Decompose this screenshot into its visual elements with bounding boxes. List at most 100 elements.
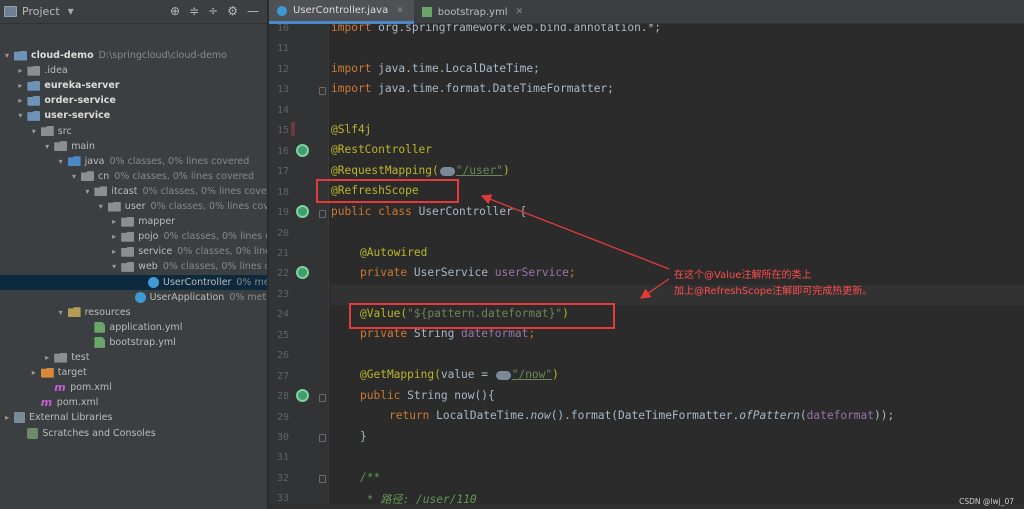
tree-item[interactable]: ▾ user 0% classes, 0% lines covered (0, 199, 267, 214)
tree-item-label: .idea (44, 65, 68, 77)
library-icon (14, 412, 25, 424)
tree-item-label: user (124, 201, 146, 212)
code-editor[interactable]: 10 11 12 13 14 15 16 17 18 19 20 21 22 23 24 25 26 27 28 29… (269, 24, 1024, 509)
tree-item[interactable]: ▸ .idea (0, 63, 267, 78)
tree-item-label: mapper (138, 216, 176, 228)
tree-item[interactable]: ▾ main (0, 139, 267, 154)
close-icon[interactable]: ✕ (396, 6, 404, 16)
tree-item-label: main (71, 140, 95, 152)
module-folder-icon (27, 80, 41, 91)
tree-item[interactable]: ▸ test (0, 350, 267, 365)
tree-item[interactable]: ▸ service 0% classes, 0% lines covered (0, 244, 267, 259)
yaml-icon (94, 321, 106, 333)
chevron-down-icon[interactable]: ▾ (69, 172, 79, 181)
tree-item-label: pom.xml (56, 397, 99, 409)
tree-item[interactable]: UserApplication 0% methods, 0% lines cove… (0, 290, 267, 305)
tab-bootstrap-yml[interactable]: bootstrap.yml ✕ (414, 0, 533, 24)
tree-item[interactable]: m pom.xml (0, 380, 267, 395)
tree-item-label: pom.xml (70, 382, 112, 394)
chevron-down-icon[interactable]: ▾ (96, 202, 106, 211)
tree-item[interactable]: ▸ pojo 0% classes, 0% lines covered (0, 229, 267, 244)
tree-item[interactable]: ▸ target (0, 365, 267, 380)
chevron-down-icon[interactable]: ▾ (56, 157, 66, 166)
chevron-right-icon[interactable]: ▸ (29, 368, 39, 377)
module-folder-icon (27, 110, 41, 121)
tree-item-label: cn (98, 170, 110, 182)
tree-item[interactable]: ▾ user-service (0, 108, 267, 123)
resources-folder-icon (67, 307, 81, 318)
tree-item[interactable]: ▾ cloud-demo D:\springcloud\cloud-demo (0, 48, 267, 63)
chevron-right-icon[interactable]: ▸ (15, 81, 25, 90)
tree-item-label: UserApplication (149, 291, 225, 303)
tree-item[interactable]: ▸ mapper (0, 214, 267, 229)
locate-icon[interactable]: ⊕ (170, 4, 180, 18)
close-icon[interactable]: ✕ (516, 7, 524, 17)
tree-item-label: test (71, 352, 90, 363)
tree-item[interactable]: ▾ cn 0% classes, 0% lines covered (0, 169, 267, 184)
tree-item-label: External Libraries (29, 412, 113, 424)
tree-item[interactable]: m pom.xml (0, 395, 267, 410)
tree-item[interactable]: ▾ java 0% classes, 0% lines covered (0, 154, 267, 169)
yaml-icon (94, 336, 106, 348)
tree-item-label: itcast (111, 185, 138, 197)
chevron-down-icon[interactable]: ▾ (29, 127, 39, 136)
chevron-down-icon[interactable]: ▾ (82, 187, 92, 196)
scratches-icon (27, 427, 39, 439)
tab-user-controller[interactable]: UserController.java ✕ (269, 0, 414, 24)
chevron-down-icon[interactable]: ▾ (42, 142, 52, 151)
module-folder-icon (27, 95, 41, 106)
tree-item-label: src (57, 125, 72, 137)
coverage-text: 0% methods, 0% lines covered (236, 276, 267, 288)
folder-icon (27, 65, 41, 76)
arrow-to-refreshscope (480, 194, 670, 270)
package-icon (81, 171, 94, 182)
hide-panel-icon[interactable]: — (247, 4, 259, 18)
tree-item-label: java (84, 155, 105, 167)
coverage-text: 0% classes, 0% lines covered (142, 185, 267, 197)
tree-item-label: user-service (44, 110, 111, 122)
chevron-down-icon[interactable]: ▾ (2, 51, 12, 60)
chevron-down-icon[interactable]: ▾ (109, 262, 119, 271)
gear-icon[interactable]: ⚙ (227, 4, 238, 18)
folder-icon (54, 352, 68, 363)
tree-item[interactable]: ▾ src (0, 124, 267, 139)
chevron-right-icon[interactable]: ▸ (42, 353, 52, 362)
tree-item[interactable]: ▾ web 0% classes, 0% lines covered (0, 259, 267, 274)
tree-item[interactable]: application.yml (0, 320, 267, 335)
chevron-right-icon[interactable]: ▸ (2, 413, 12, 422)
project-panel-title[interactable]: Project (22, 5, 60, 18)
chevron-down-icon[interactable]: ▼ (68, 7, 74, 16)
collapse-all-icon[interactable]: ÷ (208, 4, 218, 18)
tree-item-label: eureka-server (44, 80, 120, 92)
folder-icon (40, 126, 54, 136)
tree-item[interactable]: ▾ resources (0, 305, 267, 320)
chevron-right-icon[interactable]: ▸ (109, 217, 119, 226)
chevron-right-icon[interactable]: ▸ (109, 232, 119, 241)
tree-item-label: cloud-demo (31, 50, 94, 61)
coverage-text: 0% methods, 0% lines covered (229, 291, 267, 303)
tree-item[interactable]: UserController 0% methods, 0% lines cover… (0, 274, 267, 290)
yaml-icon (421, 7, 432, 17)
tree-item[interactable]: ▸ order-service (0, 93, 267, 108)
tree-item[interactable]: ▾ itcast 0% classes, 0% lines covered (0, 184, 267, 199)
tree-item[interactable]: ▸ eureka-server (0, 78, 267, 93)
annotation-note: 在这个@Value注解所在的类上 加上@RefreshScope注解即可完成热更… (674, 268, 872, 300)
tree-item-label: target (57, 367, 87, 379)
chevron-right-icon[interactable]: ▸ (109, 247, 119, 256)
package-icon (121, 231, 135, 242)
chevron-right-icon[interactable]: ▸ (15, 96, 25, 105)
chevron-down-icon[interactable]: ▾ (56, 308, 66, 317)
class-icon (134, 291, 146, 303)
module-folder-icon (14, 50, 27, 61)
tree-item-label: resources (84, 306, 131, 318)
project-panel: Project ▼ ⊕ ≑ ÷ ⚙ — ▾ cloud-demo D:\spring… (0, 0, 268, 509)
expand-all-icon[interactable]: ≑ (189, 4, 199, 18)
annotation-line-1: 在这个@Value注解所在的类上 (674, 270, 812, 281)
horizontal-scrollbar[interactable] (269, 504, 1024, 509)
tree-item[interactable]: ▸ External Libraries (0, 410, 267, 425)
tree-item[interactable]: bootstrap.yml (0, 335, 267, 350)
chevron-right-icon[interactable]: ▸ (15, 66, 25, 75)
chevron-down-icon[interactable]: ▾ (15, 111, 25, 120)
tree-item[interactable]: Scratches and Consoles (0, 426, 267, 441)
tree-item-label: bootstrap.yml (109, 336, 176, 348)
